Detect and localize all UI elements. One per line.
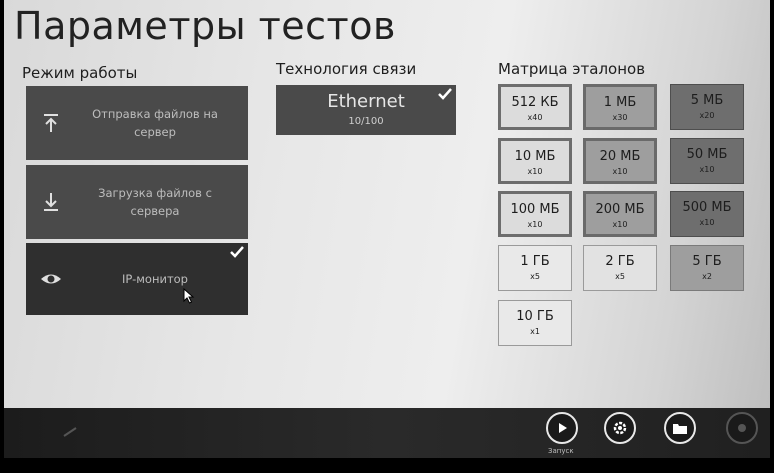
- matrix-cell-size: 200 МБ: [595, 202, 645, 217]
- page-title: Параметры тестов: [14, 4, 396, 48]
- gear-icon: [613, 421, 627, 435]
- upload-icon: [44, 114, 58, 132]
- matrix-cell-size: 512 КБ: [511, 95, 559, 110]
- matrix-cell[interactable]: 1 ГБ x5: [498, 245, 572, 291]
- matrix-cell-count: x10: [527, 167, 543, 176]
- matrix-cell[interactable]: 1 МБ x30: [583, 84, 657, 130]
- matrix-cell-size: 100 МБ: [510, 202, 560, 217]
- matrix-cell-size: 50 МБ: [686, 147, 728, 162]
- matrix-cell-size: 1 ГБ: [520, 254, 550, 269]
- folder-button[interactable]: [664, 412, 696, 444]
- mouse-cursor-icon: [183, 288, 195, 304]
- eye-icon: [41, 274, 61, 284]
- matrix-cell-size: 5 МБ: [690, 93, 724, 108]
- start-button-label: Запуск: [548, 447, 574, 455]
- mode-label-upload: Отправка файлов на сервер: [92, 107, 218, 139]
- pencil-icon: [63, 427, 77, 437]
- matrix-cell[interactable]: 200 МБ x10: [583, 191, 657, 237]
- matrix-section-label: Матрица эталонов: [498, 60, 646, 78]
- matrix-cell-count: x5: [530, 272, 540, 281]
- matrix-cell[interactable]: 5 ГБ x2: [670, 245, 744, 291]
- matrix-cell-count: x20: [699, 111, 715, 120]
- matrix-cell-count: x5: [615, 272, 625, 281]
- matrix-cell[interactable]: 100 МБ x10: [498, 191, 572, 237]
- matrix-cell-size: 20 МБ: [599, 149, 641, 164]
- circle-icon: [738, 424, 746, 432]
- matrix-cell-size: 10 МБ: [514, 149, 556, 164]
- matrix-cell[interactable]: 5 МБ x20: [670, 84, 744, 130]
- more-button[interactable]: [726, 412, 758, 444]
- matrix-cell-count: x30: [612, 113, 628, 122]
- play-icon: [559, 423, 567, 433]
- matrix-cell-size: 500 МБ: [682, 200, 732, 215]
- tech-name: Ethernet: [327, 91, 405, 112]
- matrix-cell[interactable]: 2 ГБ x5: [583, 245, 657, 291]
- check-icon: [438, 88, 452, 100]
- matrix-cell-size: 2 ГБ: [605, 254, 635, 269]
- check-icon: [230, 246, 244, 258]
- mode-tile-ip-monitor[interactable]: IP-монитор: [26, 243, 248, 315]
- mode-label-ip-monitor: IP-монитор: [122, 272, 188, 286]
- matrix-cell-size: 5 ГБ: [692, 254, 722, 269]
- matrix-cell[interactable]: 500 МБ x10: [670, 191, 744, 237]
- matrix-cell-size: 10 ГБ: [516, 309, 554, 324]
- matrix-cell-count: x10: [699, 218, 715, 227]
- tech-speed: 10/100: [348, 116, 384, 127]
- matrix-cell-count: x10: [527, 220, 543, 229]
- mode-tile-download[interactable]: Загрузка файлов с сервера: [26, 165, 248, 239]
- app-screen: Параметры тестов Режим работы Технология…: [4, 0, 770, 458]
- download-icon: [44, 193, 58, 211]
- matrix-cell-count: x10: [612, 220, 628, 229]
- mode-tile-upload[interactable]: Отправка файлов на сервер: [26, 86, 248, 160]
- matrix-cell-size: 1 МБ: [603, 95, 637, 110]
- matrix-cell-count: x1: [530, 327, 540, 336]
- tech-section-label: Технология связи: [276, 60, 417, 78]
- matrix-cell[interactable]: 20 МБ x10: [583, 138, 657, 184]
- settings-button[interactable]: [604, 412, 636, 444]
- bottom-app-bar: [4, 408, 770, 458]
- matrix-cell[interactable]: 10 МБ x10: [498, 138, 572, 184]
- folder-icon: [673, 424, 687, 434]
- matrix-cell-count: x10: [612, 167, 628, 176]
- matrix-cell-count: x10: [699, 165, 715, 174]
- matrix-cell-count: x40: [527, 113, 543, 122]
- matrix-cell[interactable]: 10 ГБ x1: [498, 300, 572, 346]
- tech-tile-ethernet[interactable]: Ethernet 10/100: [276, 85, 456, 135]
- start-button[interactable]: [546, 412, 578, 444]
- matrix-cell[interactable]: 512 КБ x40: [498, 84, 572, 130]
- mode-label-download: Загрузка файлов с сервера: [98, 186, 212, 218]
- matrix-cell-count: x2: [702, 272, 712, 281]
- mode-section-label: Режим работы: [22, 64, 138, 82]
- matrix-cell[interactable]: 50 МБ x10: [670, 138, 744, 184]
